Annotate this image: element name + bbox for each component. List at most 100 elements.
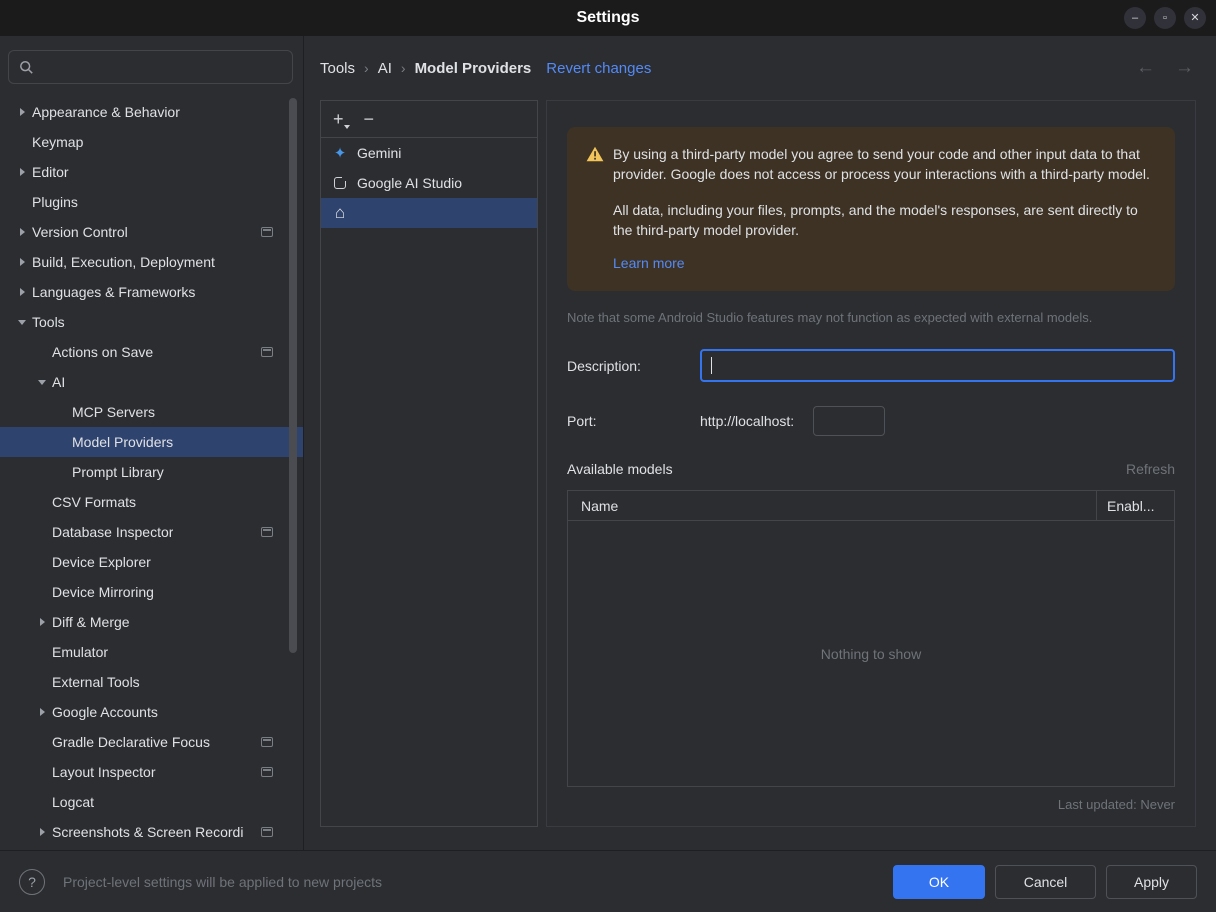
sidebar-tree-item[interactable]: MCP Servers <box>0 397 303 427</box>
sidebar-tree-item[interactable]: CSV Formats <box>0 487 303 517</box>
sidebar-item-label: Layout Inspector <box>52 764 156 780</box>
sidebar-tree: Appearance & Behavior Keymap Editor Plug… <box>0 97 303 850</box>
chevron-icon[interactable] <box>32 379 52 385</box>
sidebar-item-label: Emulator <box>52 644 109 660</box>
sidebar-item-label: Diff & Merge <box>52 614 130 630</box>
sidebar-tree-item[interactable]: Build, Execution, Deployment <box>0 247 303 277</box>
search-field[interactable] <box>8 50 293 84</box>
sidebar-item-label: Google Accounts <box>52 704 158 720</box>
revert-changes-link[interactable]: Revert changes <box>546 60 651 77</box>
chevron-icon[interactable] <box>32 618 52 626</box>
window-controls: – ▫ ✕ <box>1124 7 1206 29</box>
provider-list-item[interactable]: ⌂ <box>321 198 537 228</box>
chevron-icon[interactable] <box>12 228 32 236</box>
footer-note: Project-level settings will be applied t… <box>63 873 383 890</box>
sidebar-tree-item[interactable]: Device Mirroring <box>0 577 303 607</box>
sidebar-tree-item[interactable]: AI <box>0 367 303 397</box>
search-input[interactable] <box>41 59 282 75</box>
sidebar-tree-item[interactable]: Plugins <box>0 187 303 217</box>
settings-window: Settings – ▫ ✕ Appearance & Behavior Key… <box>0 0 1216 912</box>
breadcrumb-ai[interactable]: AI <box>378 60 392 77</box>
sidebar-tree-item[interactable]: External Tools <box>0 667 303 697</box>
providers-panel: + − ✦ Gemini Google AI Studio ⌂ <box>320 100 538 827</box>
chevron-icon[interactable] <box>12 108 32 116</box>
sidebar-item-label: Gradle Declarative Focus <box>52 734 210 750</box>
forward-arrow-icon[interactable]: → <box>1175 57 1194 79</box>
chevron-icon[interactable] <box>32 828 52 836</box>
sidebar-item-label: External Tools <box>52 674 140 690</box>
warning-icon <box>586 146 604 167</box>
sidebar-tree-item[interactable]: Device Explorer <box>0 547 303 577</box>
help-button[interactable]: ? <box>19 868 45 895</box>
chevron-icon[interactable] <box>12 258 32 266</box>
sidebar-item-label: Version Control <box>32 224 128 240</box>
chevron-icon[interactable] <box>12 319 32 325</box>
column-header-enabled[interactable]: Enabl... <box>1096 491 1174 521</box>
apply-button[interactable]: Apply <box>1106 864 1197 899</box>
port-label: Port: <box>567 413 597 430</box>
sidebar-tree-item[interactable]: Gradle Declarative Focus <box>0 727 303 757</box>
provider-item-label: Google AI Studio <box>357 175 463 191</box>
window-title: Settings <box>576 9 640 26</box>
sidebar-tree-item[interactable]: Editor <box>0 157 303 187</box>
empty-table-message: Nothing to show <box>820 645 922 662</box>
remove-provider-button[interactable]: − <box>364 110 375 128</box>
ok-button[interactable]: OK <box>893 864 985 899</box>
available-models-label: Available models <box>567 461 673 478</box>
refresh-link[interactable]: Refresh <box>1126 461 1175 477</box>
provider-list: ✦ Gemini Google AI Studio ⌂ <box>321 138 537 228</box>
chevron-icon[interactable] <box>12 168 32 176</box>
close-button[interactable]: ✕ <box>1184 7 1206 29</box>
cancel-button[interactable]: Cancel <box>995 864 1096 899</box>
provider-settings-panel: By using a third-party model you agree t… <box>546 100 1196 827</box>
sidebar-scrollbar[interactable] <box>289 98 297 653</box>
back-arrow-icon[interactable]: ← <box>1136 57 1155 79</box>
maximize-button[interactable]: ▫ <box>1154 7 1176 29</box>
sidebar-tree-item[interactable]: Emulator <box>0 637 303 667</box>
minimize-button[interactable]: – <box>1124 7 1146 29</box>
column-header-name[interactable]: Name <box>568 491 1096 520</box>
learn-more-link[interactable]: Learn more <box>613 253 685 273</box>
sidebar-tree-item[interactable]: Logcat <box>0 787 303 817</box>
models-table-header: Name Enabl... <box>568 491 1174 522</box>
sidebar-item-label: MCP Servers <box>72 404 155 420</box>
breadcrumb-tools[interactable]: Tools <box>320 60 355 77</box>
sidebar-tree-item[interactable]: Layout Inspector <box>0 757 303 787</box>
sidebar-item-label: CSV Formats <box>52 494 137 510</box>
sidebar-tree-item[interactable]: Languages & Frameworks <box>0 277 303 307</box>
provider-list-item[interactable]: Google AI Studio <box>321 168 537 198</box>
ai-studio-icon <box>332 174 349 189</box>
port-input[interactable] <box>813 406 886 437</box>
sidebar-tree-item[interactable]: Version Control <box>0 217 303 247</box>
settings-sidebar: Appearance & Behavior Keymap Editor Plug… <box>0 36 304 850</box>
search-icon <box>19 60 34 75</box>
sidebar-tree-item[interactable]: Google Accounts <box>0 697 303 727</box>
sidebar-item-label: Appearance & Behavior <box>32 104 180 120</box>
port-prefix: http://localhost: <box>700 413 795 430</box>
last-updated-text: Last updated: Never <box>1057 797 1175 812</box>
sidebar-tree-item[interactable]: Diff & Merge <box>0 607 303 637</box>
settings-scope-icon <box>261 227 273 237</box>
sidebar-tree-item[interactable]: Model Providers <box>0 427 303 457</box>
chevron-icon[interactable] <box>32 708 52 716</box>
sidebar-item-label: Device Explorer <box>52 554 151 570</box>
sidebar-item-label: Actions on Save <box>52 344 154 360</box>
sidebar-tree-item[interactable]: Prompt Library <box>0 457 303 487</box>
sidebar-tree-item[interactable]: Screenshots & Screen Recordi <box>0 817 303 847</box>
models-table: Name Enabl... Nothing to show <box>567 490 1175 787</box>
description-input[interactable] <box>700 349 1175 383</box>
sidebar-tree-item[interactable]: Database Inspector <box>0 517 303 547</box>
dialog-footer: ? Project-level settings will be applied… <box>0 850 1216 912</box>
sidebar-item-label: Database Inspector <box>52 524 174 540</box>
sidebar-tree-item[interactable]: Actions on Save <box>0 337 303 367</box>
settings-scope-icon <box>261 347 273 357</box>
chevron-icon[interactable] <box>12 288 32 296</box>
sidebar-tree-item[interactable]: Appearance & Behavior <box>0 97 303 127</box>
sidebar-tree-item[interactable]: Tools <box>0 307 303 337</box>
sidebar-item-label: Model Providers <box>72 434 174 450</box>
sidebar-tree-item[interactable]: Keymap <box>0 127 303 157</box>
provider-item-label: Gemini <box>357 145 402 161</box>
sidebar-item-label: Plugins <box>32 194 78 210</box>
add-provider-button[interactable]: + <box>333 110 349 129</box>
provider-list-item[interactable]: ✦ Gemini <box>321 138 537 168</box>
